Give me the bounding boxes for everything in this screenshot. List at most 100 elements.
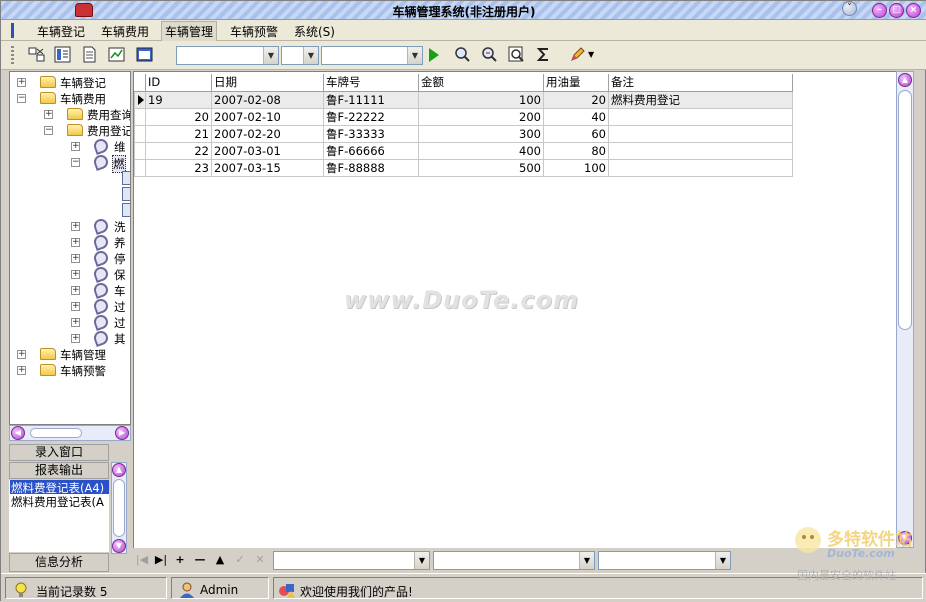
- run-query-icon[interactable]: [429, 48, 439, 62]
- search-icon[interactable]: [454, 46, 471, 63]
- cell-amount[interactable]: 400: [418, 141, 544, 160]
- cell-fuel[interactable]: 100: [543, 158, 609, 177]
- col-header-fuel[interactable]: 用油量: [543, 74, 609, 92]
- cell-note[interactable]: [608, 107, 793, 126]
- expand-icon[interactable]: +: [71, 334, 80, 343]
- chevron-down-icon[interactable]: ▼: [715, 552, 730, 569]
- edit-record-button[interactable]: ▲: [213, 554, 227, 566]
- cell-id[interactable]: 19: [145, 90, 212, 109]
- scroll-down-icon[interactable]: ▼: [112, 539, 126, 553]
- expand-icon[interactable]: +: [71, 270, 80, 279]
- minimize-button[interactable]: –: [872, 3, 887, 18]
- delete-record-button[interactable]: —: [193, 554, 207, 566]
- cell-plate[interactable]: 鲁F-33333: [323, 124, 419, 143]
- cell-id[interactable]: 23: [145, 158, 212, 177]
- expand-icon[interactable]: +: [71, 302, 80, 311]
- find-all-icon[interactable]: [508, 46, 525, 63]
- title-bar[interactable]: 车辆管理系统(非注册用户) ˅ – □ ×: [1, 1, 926, 20]
- report-list-scroll-thumb[interactable]: [113, 479, 125, 537]
- menu-vehicle-expenses[interactable]: 车辆费用: [101, 23, 149, 40]
- expand-icon[interactable]: +: [17, 366, 26, 375]
- col-header-plate[interactable]: 车牌号: [323, 74, 419, 92]
- cell-fuel[interactable]: 60: [543, 124, 609, 143]
- report-item-fuel-a[interactable]: 燃料费用登记表(A: [10, 494, 104, 509]
- expand-icon[interactable]: +: [71, 222, 80, 231]
- cell-note[interactable]: 燃料费用登记: [608, 90, 793, 109]
- collapse-icon[interactable]: −: [44, 126, 53, 135]
- window-icon[interactable]: [136, 46, 153, 63]
- cell-note[interactable]: [608, 141, 793, 160]
- col-header-note[interactable]: 备注: [608, 74, 793, 92]
- cell-plate[interactable]: 鲁F-88888: [323, 158, 419, 177]
- nav-filter-combo-3[interactable]: ▼: [598, 551, 731, 570]
- grid-vscrollbar[interactable]: ▲ ▼: [896, 71, 914, 548]
- last-record-button[interactable]: ▶|: [154, 554, 168, 566]
- info-analysis-button[interactable]: 信息分析: [9, 553, 109, 572]
- table-row[interactable]: 19 2007-02-08 鲁F-11111 100 20 燃料费用登记: [134, 90, 793, 109]
- cell-fuel[interactable]: 80: [543, 141, 609, 160]
- report-list-scrollbar[interactable]: ▲ ▼: [111, 462, 127, 554]
- table-row[interactable]: 22 2007-03-01 鲁F-66666 400 80: [134, 141, 793, 160]
- toolbar-combo-3[interactable]: ▼: [321, 46, 423, 65]
- col-header-amount[interactable]: 金额: [418, 74, 544, 92]
- tree-hscrollbar[interactable]: ◀ ▶: [9, 425, 131, 441]
- grid-vscroll-thumb[interactable]: [898, 90, 912, 330]
- chevron-down-icon[interactable]: ▼: [414, 552, 429, 569]
- collapse-icon[interactable]: −: [71, 158, 80, 167]
- scroll-up-icon[interactable]: ▲: [112, 463, 126, 477]
- post-record-button[interactable]: ✓: [233, 554, 247, 566]
- cell-id[interactable]: 22: [145, 141, 212, 160]
- col-header-id[interactable]: ID: [145, 74, 212, 92]
- close-button[interactable]: ×: [906, 3, 921, 18]
- menu-vehicle-register[interactable]: 车辆登记: [37, 23, 85, 40]
- expand-icon[interactable]: +: [71, 238, 80, 247]
- cell-date[interactable]: 2007-03-01: [211, 141, 324, 160]
- menu-vehicle-alerts[interactable]: 车辆预警: [230, 23, 278, 40]
- collapse-icon[interactable]: ˅: [842, 1, 857, 16]
- nav-filter-combo-1[interactable]: ▼: [273, 551, 430, 570]
- entry-window-button[interactable]: 录入窗口: [9, 444, 109, 461]
- cell-fuel[interactable]: 40: [543, 107, 609, 126]
- scroll-right-icon[interactable]: ▶: [115, 426, 129, 440]
- report-item-fuel-a4[interactable]: 燃料费登记表(A4): [10, 480, 109, 495]
- cell-plate[interactable]: 鲁F-11111: [323, 90, 419, 109]
- expand-icon[interactable]: +: [17, 78, 26, 87]
- scroll-up-icon[interactable]: ▲: [898, 73, 912, 87]
- expand-icon[interactable]: +: [17, 350, 26, 359]
- menu-vehicle-management[interactable]: 车辆管理: [161, 21, 218, 42]
- maximize-button[interactable]: □: [889, 3, 904, 18]
- toolbar-combo-2[interactable]: ▼: [281, 46, 319, 65]
- table-row[interactable]: 21 2007-02-20 鲁F-33333 300 60: [134, 124, 793, 143]
- cancel-record-button[interactable]: ✕: [253, 554, 267, 566]
- cell-date[interactable]: 2007-03-15: [211, 158, 324, 177]
- cell-amount[interactable]: 500: [418, 158, 544, 177]
- collapse-icon[interactable]: −: [17, 94, 26, 103]
- cell-id[interactable]: 21: [145, 124, 212, 143]
- col-header-date[interactable]: 日期: [211, 74, 324, 92]
- cell-amount[interactable]: 300: [418, 124, 544, 143]
- search-clear-icon[interactable]: [481, 46, 498, 63]
- nav-filter-combo-2[interactable]: ▼: [433, 551, 595, 570]
- pencil-icon[interactable]: [569, 46, 586, 63]
- chevron-down-icon[interactable]: ▼: [263, 47, 278, 64]
- pencil-dropdown-icon[interactable]: ▼: [588, 50, 594, 59]
- expand-icon[interactable]: +: [71, 286, 80, 295]
- chevron-down-icon[interactable]: ▼: [303, 47, 318, 64]
- cut-layout-icon[interactable]: [28, 46, 45, 63]
- toolbar-combo-1[interactable]: ▼: [176, 46, 279, 65]
- table-row[interactable]: 20 2007-02-10 鲁F-22222 200 40: [134, 107, 793, 126]
- cell-id[interactable]: 20: [145, 107, 212, 126]
- cell-note[interactable]: [608, 158, 793, 177]
- expand-icon[interactable]: +: [71, 254, 80, 263]
- cell-date[interactable]: 2007-02-20: [211, 124, 324, 143]
- chart-icon[interactable]: [108, 46, 125, 63]
- cell-amount[interactable]: 100: [418, 90, 544, 109]
- cell-date[interactable]: 2007-02-08: [211, 90, 324, 109]
- first-record-button[interactable]: |◀: [135, 554, 149, 566]
- cell-date[interactable]: 2007-02-10: [211, 107, 324, 126]
- cell-fuel[interactable]: 20: [543, 90, 609, 109]
- menu-system[interactable]: 系统(S): [294, 23, 335, 40]
- tree-hscroll-thumb[interactable]: [30, 428, 82, 438]
- expand-icon[interactable]: +: [71, 142, 80, 151]
- cell-note[interactable]: [608, 124, 793, 143]
